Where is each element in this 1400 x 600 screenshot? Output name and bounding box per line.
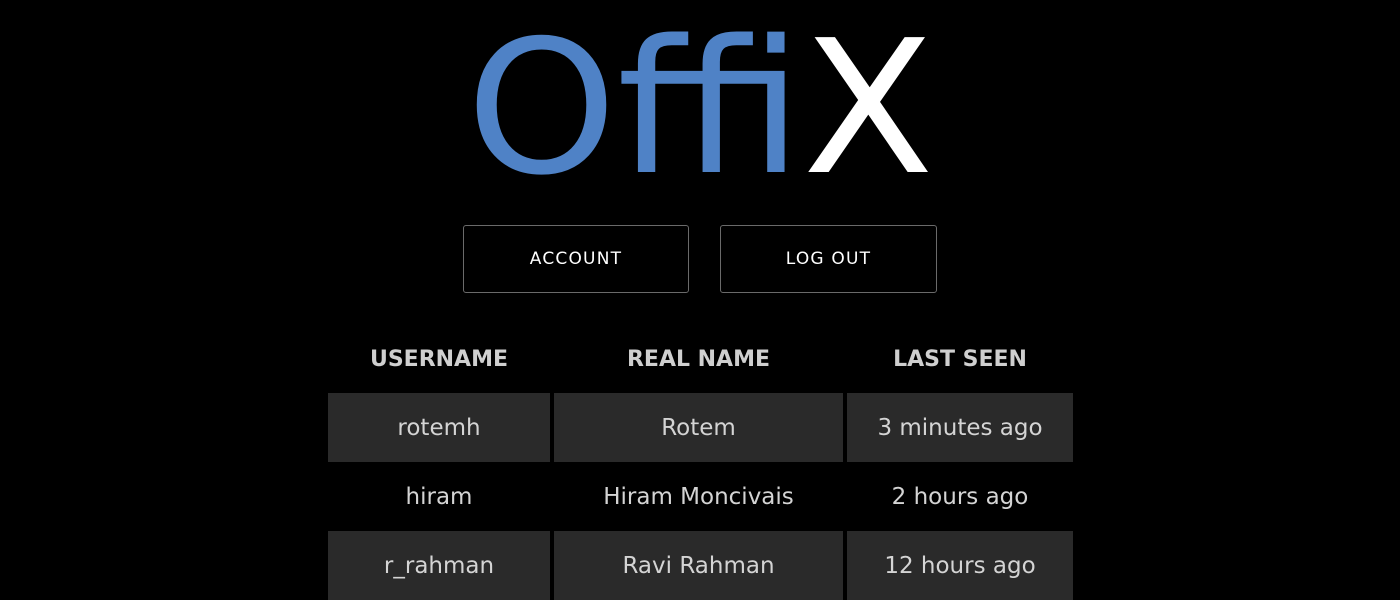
table-row[interactable]: rotemh Rotem 3 minutes ago [328,393,1073,462]
username-cell: r_rahman [328,531,550,600]
page: OffiX ACCOUNT LOG OUT USERNAME REAL NAME… [0,0,1400,600]
account-button-label: ACCOUNT [529,249,623,269]
table-row[interactable]: hiram Hiram Moncivais 2 hours ago [328,462,1073,531]
column-header-username: USERNAME [369,346,509,372]
log-out-button-label: LOG OUT [785,249,872,269]
table-row[interactable]: r_rahman Ravi Rahman 12 hours ago [328,531,1073,600]
username-cell: hiram [405,483,473,510]
real-name-cell: Rotem [554,393,843,462]
table-header-row: USERNAME REAL NAME LAST SEEN [328,325,1073,393]
last-seen-cell: 3 minutes ago [847,393,1073,462]
logo-text: OffiX [466,0,934,200]
column-header-last-seen: LAST SEEN [893,346,1027,372]
account-button[interactable]: ACCOUNT [463,225,689,293]
logo-text-blue: Offi [466,0,803,200]
users-table: USERNAME REAL NAME LAST SEEN rotemh Rote… [324,325,1077,600]
real-name-cell: Hiram Moncivais [603,483,794,510]
last-seen-cell: 12 hours ago [847,531,1073,600]
column-header-real-name: REAL NAME [626,346,771,372]
logo-text-white: X [803,0,934,200]
log-out-button[interactable]: LOG OUT [720,225,937,293]
last-seen-cell: 2 hours ago [891,483,1029,510]
username-cell: rotemh [328,393,550,462]
offix-logo: OffiX [0,0,1400,200]
real-name-cell: Ravi Rahman [554,531,843,600]
